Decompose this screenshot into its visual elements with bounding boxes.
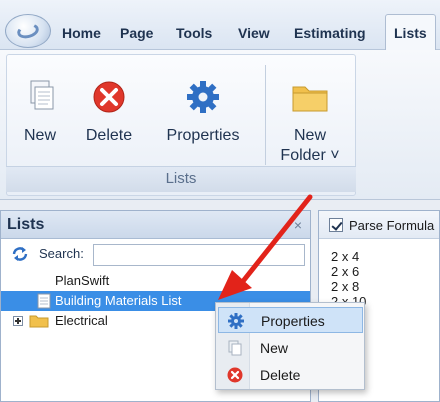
list-document-icon [37, 293, 51, 309]
formula-pane-header: Parse Formula [319, 211, 439, 239]
gear-icon [187, 81, 219, 113]
ribbon-separator [265, 65, 266, 165]
folder-icon [29, 315, 49, 328]
close-icon[interactable]: × [294, 211, 302, 239]
formula-line: 2 x 6 [331, 264, 360, 279]
lists-panel-title: Lists [7, 216, 45, 233]
tree-item-label: Electrical [55, 313, 108, 328]
new-folder-label-line1: New [293, 127, 326, 144]
new-folder-button[interactable]: New Folder ˅ [273, 77, 347, 165]
refresh-icon[interactable] [11, 246, 29, 262]
new-document-icon [228, 340, 242, 356]
ribbon-tab-bar: Home Page Tools View Estimating Lists [0, 0, 440, 50]
menu-item-new[interactable]: New [218, 335, 363, 361]
search-input[interactable] [93, 244, 305, 266]
delete-icon [227, 367, 243, 383]
search-label: Search: [39, 246, 84, 261]
menu-item-label: Properties [261, 313, 325, 329]
delete-button[interactable]: Delete [77, 77, 141, 145]
delete-button-label: Delete [85, 127, 133, 144]
new-button-label: New [23, 127, 56, 144]
menu-item-label: New [260, 340, 289, 356]
new-document-icon [30, 80, 54, 110]
new-button[interactable]: New [15, 77, 65, 145]
lists-panel-header: Lists × [1, 211, 310, 239]
parse-formula-label: Parse Formula [349, 218, 435, 233]
menu-item-delete[interactable]: Delete [218, 362, 363, 388]
tab-home[interactable]: Home [62, 18, 101, 48]
ribbon-group-title: Lists [6, 166, 356, 192]
tree-item-label: PlanSwift [55, 273, 110, 288]
formula-line: 2 x 4 [331, 249, 360, 264]
tab-tools[interactable]: Tools [176, 18, 212, 48]
tab-lists[interactable]: Lists [385, 14, 436, 50]
tab-view[interactable]: View [238, 18, 270, 48]
app-orb-icon[interactable] [5, 14, 51, 48]
properties-button[interactable]: Properties [155, 77, 251, 145]
menu-item-label: Delete [260, 367, 301, 383]
formula-list: 2 x 4 2 x 6 2 x 8 2 x 10 [331, 249, 366, 309]
tree-item-label: Building Materials List [55, 293, 182, 308]
new-folder-label-line2: Folder ˅ [280, 147, 340, 164]
expand-plus-icon[interactable] [13, 316, 23, 326]
formula-line: 2 x 8 [331, 279, 360, 294]
tab-estimating[interactable]: Estimating [294, 18, 366, 48]
properties-button-label: Properties [166, 127, 240, 144]
delete-icon [93, 81, 125, 113]
ribbon: New Delete Properties New Folder ˅ Lists [0, 50, 440, 200]
tab-page[interactable]: Page [120, 18, 153, 48]
search-row: Search: [1, 239, 310, 269]
gear-icon [228, 313, 244, 329]
tree-item-planswift[interactable]: PlanSwift [1, 271, 310, 291]
folder-icon [292, 86, 328, 112]
context-menu: Properties New Delete [215, 302, 365, 390]
menu-item-properties[interactable]: Properties [218, 307, 363, 333]
parse-formula-checkbox[interactable] [329, 218, 343, 232]
